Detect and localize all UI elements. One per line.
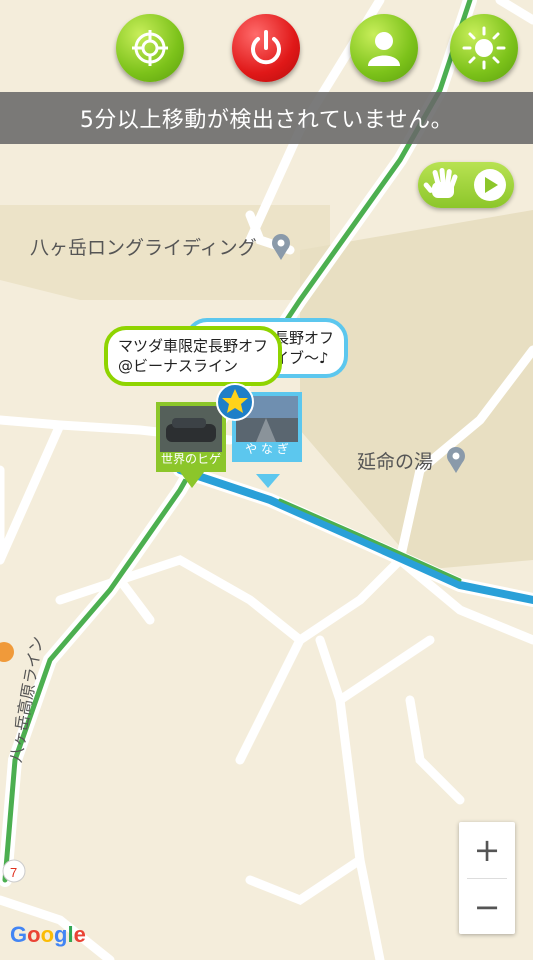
status-message: 5分以上移動が検出されていません。 <box>79 108 454 133</box>
crosshair-icon <box>132 30 168 66</box>
marker-caption: 世界のヒゲ <box>160 451 221 466</box>
google-logo: Google <box>10 922 86 947</box>
place-label[interactable]: 延命の湯 <box>357 447 433 474</box>
status-banner: 5分以上移動が検出されていません。 <box>0 92 533 144</box>
brightness-button[interactable] <box>450 14 518 82</box>
play-icon <box>474 169 506 201</box>
crosshair-button[interactable] <box>116 14 184 82</box>
power-button[interactable] <box>232 14 300 82</box>
wave-play-button[interactable] <box>418 162 514 208</box>
user-comment-bubble[interactable]: マツダ車限定長野オフ @ビーナスライン <box>104 326 283 386</box>
user-photo <box>160 406 222 452</box>
marker-caption: や な ぎ <box>245 441 289 456</box>
profile-button[interactable] <box>350 14 418 82</box>
zoom-in-button[interactable]: + <box>459 822 515 878</box>
zoom-out-button[interactable]: − <box>459 879 515 935</box>
star-badge-icon <box>216 383 254 421</box>
power-icon <box>251 30 281 65</box>
zoom-controls: + − <box>459 822 515 934</box>
svg-text:7: 7 <box>10 865 17 880</box>
bubble-line: マツダ車限定長野オフ <box>118 337 269 355</box>
sun-icon <box>462 26 506 70</box>
convenience-store-pin-icon[interactable]: 7 <box>2 859 26 883</box>
marker-pointer <box>256 474 280 488</box>
user-icon <box>368 32 400 66</box>
hand-wave-icon <box>423 167 458 198</box>
bubble-line: @ビーナスライン <box>118 357 239 375</box>
place-label[interactable]: 八ヶ岳ロングライディング <box>30 233 257 260</box>
marker-pointer <box>180 472 204 488</box>
